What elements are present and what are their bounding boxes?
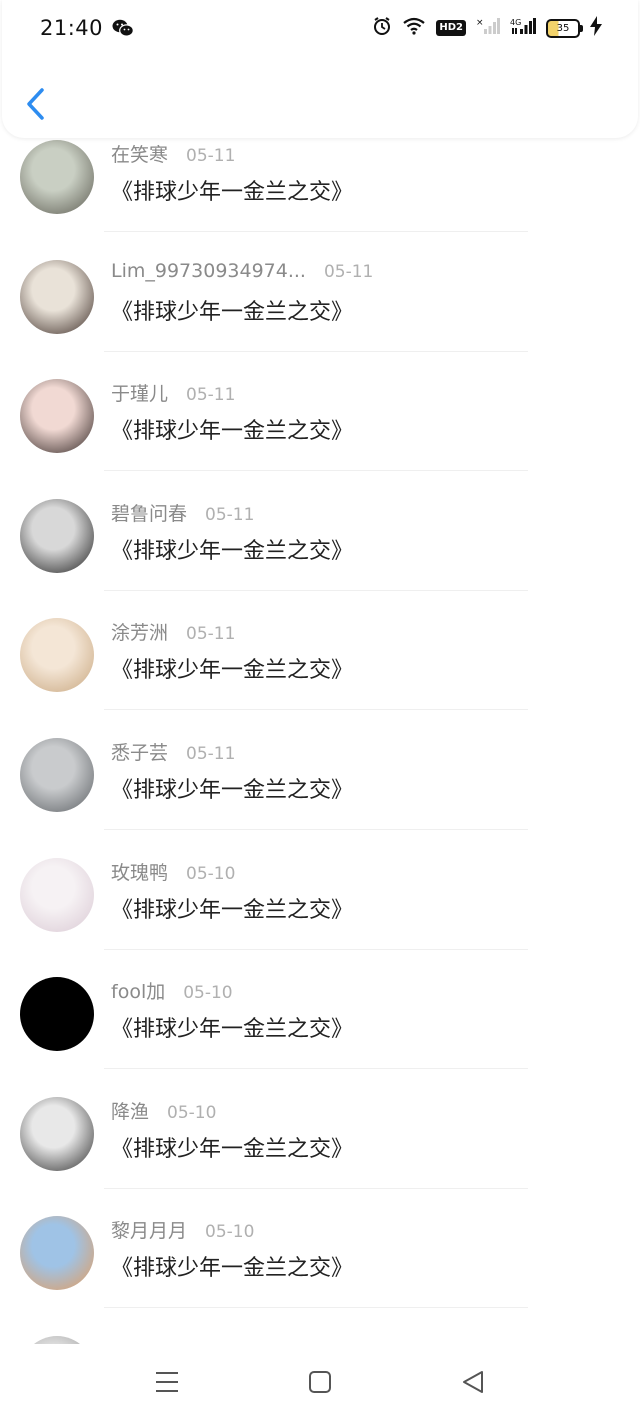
avatar[interactable] bbox=[20, 498, 94, 573]
avatar[interactable] bbox=[20, 857, 94, 932]
divider bbox=[104, 231, 528, 232]
comment-date: 05-10 bbox=[186, 863, 236, 884]
divider bbox=[104, 1307, 528, 1309]
username[interactable]: 黎月月月 bbox=[111, 1216, 187, 1243]
username[interactable]: 降渔 bbox=[111, 1097, 149, 1124]
username[interactable]: 悉子芸 bbox=[111, 738, 168, 765]
comment-text: 《排球少年一金兰之交》 bbox=[111, 419, 354, 445]
comment-meta: 玫瑰鸭 05-10 bbox=[111, 858, 235, 885]
signal-4g-icon: 4G bbox=[510, 17, 536, 39]
comment-date: 05-11 bbox=[323, 261, 374, 282]
comment-date: 05-11 bbox=[186, 385, 236, 406]
comment-meta: 降渔 05-10 bbox=[111, 1097, 216, 1124]
comment-meta: 悉子芸 05-11 bbox=[111, 738, 235, 765]
comment-date: 05-11 bbox=[186, 624, 236, 645]
comment-text: 《排球少年一金兰之交》 bbox=[111, 538, 354, 564]
comment-row[interactable]: 碧鲁问春 05-11 《排球少年一金兰之交》 bbox=[0, 481, 640, 601]
avatar[interactable] bbox=[20, 738, 94, 812]
username[interactable]: 涂芳洲 bbox=[111, 618, 168, 645]
back-button[interactable] bbox=[22, 84, 50, 124]
comment-row[interactable]: 涂芳洲 05-11 《排球少年一金兰之交》 bbox=[0, 600, 640, 720]
comment-date: 05-11 bbox=[205, 504, 255, 525]
comment-row[interactable]: 玫瑰鸭 05-10 《排球少年一金兰之交》 bbox=[0, 840, 640, 960]
comment-meta: Lim_99730934974... 05-11 bbox=[111, 260, 373, 282]
comment-text: 《排球少年一金兰之交》 bbox=[111, 299, 354, 325]
comment-text: 《排球少年一金兰之交》 bbox=[111, 778, 354, 803]
comment-row[interactable] bbox=[0, 1318, 640, 1344]
comment-row[interactable]: 黎月月月 05-10 《排球少年一金兰之交》 bbox=[0, 1198, 640, 1318]
comment-row[interactable]: 降渔 05-10 《排球少年一金兰之交》 bbox=[0, 1079, 640, 1199]
comment-list[interactable]: 在笑寒 05-11 《排球少年一金兰之交》 Lim_99730934974... 05-… bbox=[0, 138, 640, 1344]
username[interactable]: 在笑寒 bbox=[111, 140, 168, 167]
comment-meta: 黎月月月 05-10 bbox=[111, 1216, 254, 1243]
divider bbox=[104, 350, 528, 352]
charging-icon bbox=[590, 16, 602, 40]
home-button[interactable] bbox=[308, 1370, 332, 1398]
status-bar: 21:40 HD2 × 4G 35 bbox=[0, 0, 640, 56]
svg-text:×: × bbox=[476, 18, 484, 28]
hd-badge-icon: HD2 bbox=[436, 20, 466, 36]
back-nav-button[interactable] bbox=[460, 1370, 486, 1398]
battery-icon: 35 bbox=[546, 18, 583, 38]
divider bbox=[104, 470, 528, 472]
avatar[interactable] bbox=[20, 1216, 94, 1291]
comment-meta: fool加 05-10 bbox=[111, 977, 233, 1004]
divider bbox=[104, 589, 528, 591]
menu-icon bbox=[156, 1372, 178, 1392]
wechat-icon bbox=[112, 19, 134, 41]
status-icons: HD2 × 4G 35 bbox=[372, 16, 602, 40]
chevron-left-icon bbox=[27, 88, 44, 120]
menu-button[interactable] bbox=[154, 1370, 180, 1398]
back-triangle-icon bbox=[463, 1371, 483, 1393]
comment-meta: 在笑寒 05-11 bbox=[111, 140, 235, 167]
battery-level: 35 bbox=[556, 22, 570, 34]
comment-date: 05-10 bbox=[167, 1102, 217, 1123]
username[interactable]: 于瑾儿 bbox=[111, 379, 168, 406]
comment-text: 《排球少年一金兰之交》 bbox=[111, 1256, 354, 1282]
comment-text: 《排球少年一金兰之交》 bbox=[111, 180, 354, 205]
comment-text: 《排球少年一金兰之交》 bbox=[111, 658, 354, 684]
comment-row[interactable]: 在笑寒 05-11 《排球少年一金兰之交》 bbox=[0, 138, 640, 242]
comment-meta: 涂芳洲 05-11 bbox=[111, 618, 235, 645]
avatar[interactable] bbox=[20, 259, 94, 334]
svg-text:4G: 4G bbox=[510, 18, 521, 27]
divider bbox=[104, 1187, 528, 1189]
divider bbox=[104, 948, 528, 950]
username[interactable]: Lim_99730934974... bbox=[111, 260, 306, 282]
comment-date: 05-10 bbox=[205, 1222, 255, 1243]
username[interactable]: fool加 bbox=[111, 977, 165, 1004]
home-square-icon bbox=[309, 1371, 331, 1393]
signal-empty-icon: × bbox=[476, 17, 500, 39]
divider bbox=[104, 1068, 528, 1070]
comment-date: 05-10 bbox=[183, 983, 233, 1004]
comment-date: 05-11 bbox=[186, 744, 236, 764]
divider bbox=[104, 709, 528, 711]
comment-text: 《排球少年一金兰之交》 bbox=[111, 1017, 354, 1043]
comment-row[interactable]: 悉子芸 05-11 《排球少年一金兰之交》 bbox=[0, 720, 640, 840]
comment-row[interactable]: 于瑾儿 05-11 《排球少年一金兰之交》 bbox=[0, 361, 640, 481]
avatar[interactable] bbox=[20, 1096, 94, 1171]
comment-date: 05-11 bbox=[186, 146, 236, 166]
avatar[interactable] bbox=[20, 977, 94, 1052]
avatar[interactable] bbox=[20, 140, 94, 214]
avatar[interactable] bbox=[20, 1336, 94, 1344]
alarm-icon bbox=[372, 16, 392, 40]
comment-meta: 于瑾儿 05-11 bbox=[111, 379, 235, 406]
comment-row[interactable]: fool加 05-10 《排球少年一金兰之交》 bbox=[0, 959, 640, 1079]
comment-row[interactable]: Lim_99730934974... 05-11 《排球少年一金兰之交》 bbox=[0, 242, 640, 362]
wifi-icon bbox=[402, 17, 426, 39]
avatar[interactable] bbox=[20, 618, 94, 693]
avatar[interactable] bbox=[20, 379, 94, 454]
comment-text: 《排球少年一金兰之交》 bbox=[111, 1136, 354, 1162]
status-time: 21:40 bbox=[40, 16, 104, 40]
comment-meta: 碧鲁问春 05-11 bbox=[111, 499, 254, 526]
username[interactable]: 碧鲁问春 bbox=[111, 499, 187, 526]
system-nav-bar bbox=[0, 1344, 640, 1422]
username[interactable]: 玫瑰鸭 bbox=[111, 858, 168, 885]
comment-text: 《排球少年一金兰之交》 bbox=[111, 897, 354, 923]
divider bbox=[104, 829, 528, 830]
